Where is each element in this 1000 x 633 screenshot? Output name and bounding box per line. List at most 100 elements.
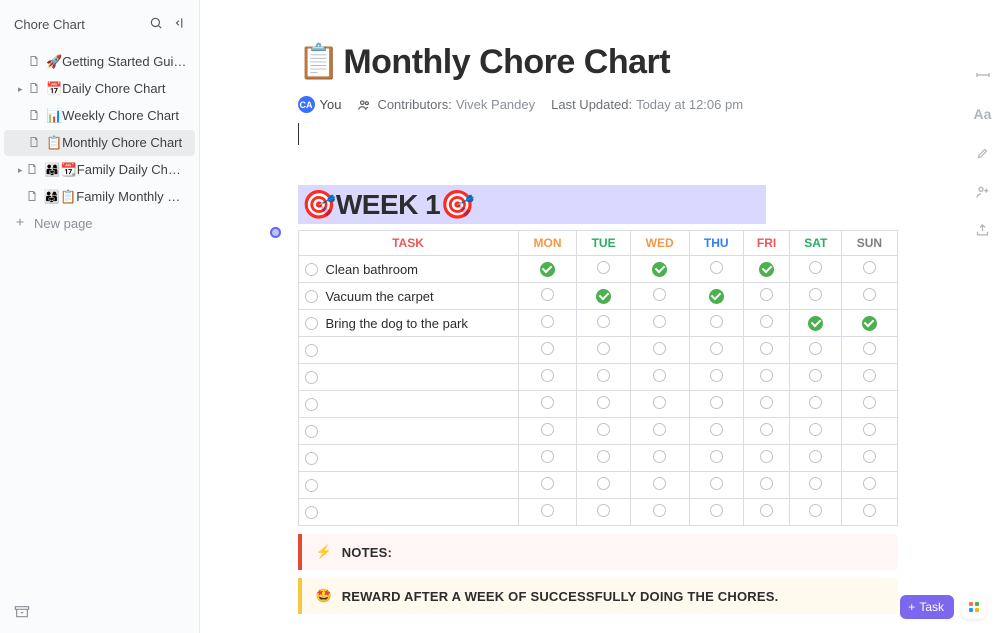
empty-check[interactable] (863, 288, 876, 301)
check-icon[interactable] (540, 262, 555, 277)
empty-check[interactable] (710, 423, 723, 436)
empty-check[interactable] (541, 423, 554, 436)
text-cursor[interactable] (298, 123, 299, 145)
empty-check[interactable] (863, 504, 876, 517)
empty-check[interactable] (541, 342, 554, 355)
week-heading[interactable]: 🎯WEEK 1🎯 (298, 185, 766, 224)
day-cell[interactable] (577, 310, 630, 337)
task-cell[interactable] (298, 364, 518, 391)
nav-item[interactable]: 📋Monthly Chore Chart (4, 130, 195, 156)
empty-check[interactable] (541, 477, 554, 490)
task-checkbox[interactable] (305, 479, 318, 492)
day-cell[interactable] (518, 256, 577, 283)
block-handle[interactable] (270, 227, 281, 238)
task-checkbox[interactable] (305, 263, 318, 276)
nav-item[interactable]: 📊Weekly Chore Chart (4, 103, 195, 129)
empty-check[interactable] (541, 288, 554, 301)
task-checkbox[interactable] (305, 425, 318, 438)
day-cell[interactable] (842, 310, 897, 337)
day-cell[interactable] (743, 256, 790, 283)
day-cell[interactable] (743, 364, 790, 391)
nav-item[interactable]: 👨‍👩‍👧📋Family Monthly Chore Chart (4, 184, 195, 210)
empty-check[interactable] (710, 342, 723, 355)
empty-check[interactable] (597, 369, 610, 382)
empty-check[interactable] (809, 504, 822, 517)
task-checkbox[interactable] (305, 398, 318, 411)
expand-icon[interactable] (974, 66, 991, 83)
contributors-meta[interactable]: Contributors: Vivek Pandey (357, 97, 535, 112)
empty-check[interactable] (863, 261, 876, 274)
empty-check[interactable] (760, 288, 773, 301)
empty-check[interactable] (760, 315, 773, 328)
day-cell[interactable] (577, 283, 630, 310)
empty-check[interactable] (653, 369, 666, 382)
day-cell[interactable] (577, 391, 630, 418)
day-cell[interactable] (743, 337, 790, 364)
day-cell[interactable] (577, 445, 630, 472)
task-checkbox[interactable] (305, 290, 318, 303)
task-cell[interactable]: Vacuum the carpet (298, 283, 518, 310)
empty-check[interactable] (541, 396, 554, 409)
nav-item[interactable]: 🚀Getting Started Guide (4, 49, 195, 75)
caret-icon[interactable]: ▸ (18, 165, 24, 176)
check-icon[interactable] (709, 289, 724, 304)
typography-icon[interactable]: Aa (974, 105, 991, 122)
day-cell[interactable] (577, 256, 630, 283)
day-cell[interactable] (842, 391, 897, 418)
empty-check[interactable] (863, 477, 876, 490)
collapse-sidebar-icon[interactable] (173, 16, 187, 33)
empty-check[interactable] (653, 504, 666, 517)
day-cell[interactable] (743, 445, 790, 472)
day-cell[interactable] (743, 499, 790, 526)
day-cell[interactable] (577, 499, 630, 526)
day-cell[interactable] (790, 337, 842, 364)
day-cell[interactable] (630, 283, 689, 310)
day-cell[interactable] (743, 283, 790, 310)
empty-check[interactable] (653, 342, 666, 355)
day-cell[interactable] (790, 499, 842, 526)
day-cell[interactable] (689, 499, 743, 526)
edit-icon[interactable] (974, 144, 991, 161)
day-cell[interactable] (518, 310, 577, 337)
empty-check[interactable] (760, 504, 773, 517)
new-task-button[interactable]: + Task (900, 595, 954, 619)
day-cell[interactable] (630, 445, 689, 472)
day-cell[interactable] (743, 391, 790, 418)
check-icon[interactable] (759, 262, 774, 277)
empty-check[interactable] (809, 423, 822, 436)
day-cell[interactable] (630, 256, 689, 283)
day-cell[interactable] (743, 418, 790, 445)
check-icon[interactable] (862, 316, 877, 331)
task-cell[interactable]: Bring the dog to the park (298, 310, 518, 337)
check-icon[interactable] (808, 316, 823, 331)
empty-check[interactable] (809, 477, 822, 490)
empty-check[interactable] (710, 450, 723, 463)
day-cell[interactable] (577, 364, 630, 391)
task-checkbox[interactable] (305, 452, 318, 465)
empty-check[interactable] (760, 450, 773, 463)
empty-check[interactable] (653, 477, 666, 490)
empty-check[interactable] (760, 369, 773, 382)
day-cell[interactable] (630, 418, 689, 445)
day-cell[interactable] (630, 364, 689, 391)
empty-check[interactable] (653, 288, 666, 301)
task-checkbox[interactable] (305, 317, 318, 330)
empty-check[interactable] (809, 342, 822, 355)
share-people-icon[interactable] (974, 183, 991, 200)
day-cell[interactable] (842, 418, 897, 445)
day-cell[interactable] (790, 472, 842, 499)
day-cell[interactable] (790, 256, 842, 283)
empty-check[interactable] (863, 450, 876, 463)
empty-check[interactable] (653, 450, 666, 463)
empty-check[interactable] (597, 477, 610, 490)
task-cell[interactable]: Clean bathroom (298, 256, 518, 283)
task-checkbox[interactable] (305, 506, 318, 519)
day-cell[interactable] (790, 445, 842, 472)
archive-icon[interactable] (14, 607, 30, 623)
task-cell[interactable] (298, 337, 518, 364)
empty-check[interactable] (710, 396, 723, 409)
empty-check[interactable] (597, 504, 610, 517)
day-cell[interactable] (842, 499, 897, 526)
empty-check[interactable] (541, 369, 554, 382)
empty-check[interactable] (809, 261, 822, 274)
